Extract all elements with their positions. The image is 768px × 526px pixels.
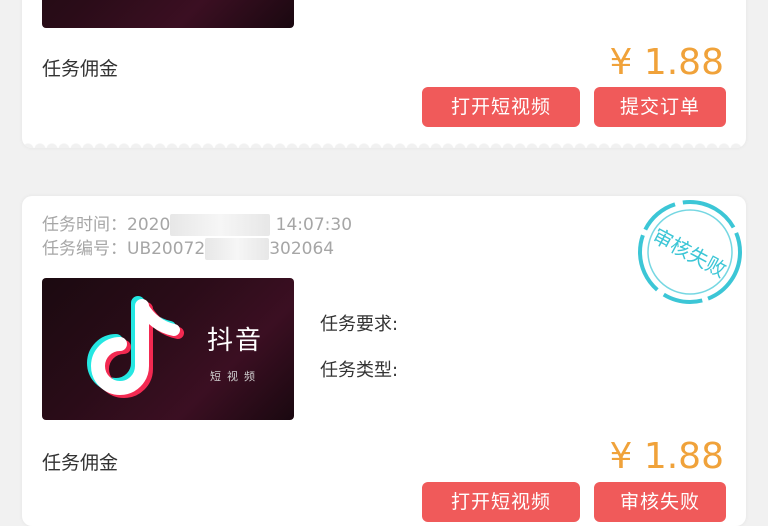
task-time: 任务时间：2020 14:07:30 xyxy=(42,214,353,236)
commission-label: 任务佣金 xyxy=(42,452,119,474)
commission-price: ¥ 1.88 xyxy=(609,42,724,83)
task-id: 任务编号：UB20072 302064 xyxy=(42,238,335,260)
submit-order-button[interactable]: 提交订单 xyxy=(594,87,726,127)
video-thumbnail[interactable]: 抖音 短视频 xyxy=(42,278,294,420)
redacted-blur xyxy=(205,238,270,260)
card-separator xyxy=(0,162,768,188)
review-failed-button[interactable]: 审核失败 xyxy=(594,482,726,522)
redacted-blur xyxy=(170,214,271,236)
task-requirement-label: 任务要求: xyxy=(320,314,399,335)
tiktok-note-icon xyxy=(42,0,294,28)
stamp-text: 审核失败 xyxy=(649,224,731,283)
rejected-stamp: 审核失败 xyxy=(638,200,742,304)
thumbnail-brand: 抖音 xyxy=(207,326,264,356)
task-type-label: 任务类型: xyxy=(320,360,399,381)
open-video-button[interactable]: 打开短视频 xyxy=(422,87,580,127)
task-card-2: 任务时间：2020 14:07:30 任务编号：UB20072 302064 审核… xyxy=(22,196,746,526)
commission-price: ¥ 1.88 xyxy=(609,436,724,477)
task-card-1: 任务佣金 ¥ 1.88 打开短视频 提交订单 xyxy=(22,0,746,148)
thumbnail-subtitle: 短视频 xyxy=(210,370,261,383)
commission-label: 任务佣金 xyxy=(42,58,119,80)
video-thumbnail[interactable] xyxy=(42,0,294,28)
open-video-button[interactable]: 打开短视频 xyxy=(422,482,580,522)
